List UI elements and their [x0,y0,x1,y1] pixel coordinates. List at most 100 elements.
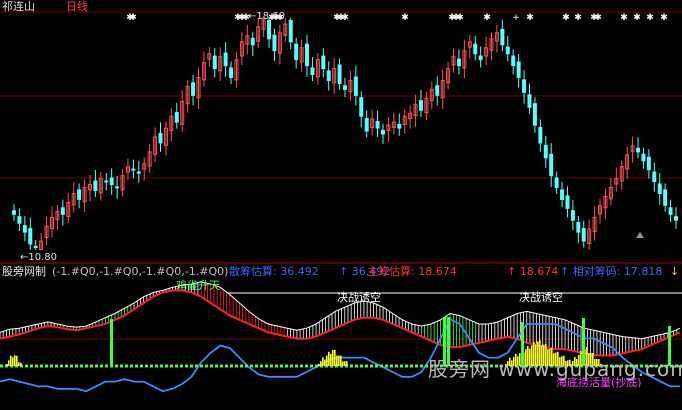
candle-body [565,195,570,209]
candle-body [131,168,136,171]
volume-bar [330,353,332,366]
indicator-name[interactable]: 股旁网制 [2,265,46,278]
signal-markers: ✱✱ ✱✱✱ ✱✱✱ ✱✱✱ ✱ ✱✱✱ ✱ + ✱ ✱ ✱ ✱✱ ✱ ✱ ✱ ✱ [126,13,668,23]
volume-bar [16,355,18,366]
candle-body [516,61,521,78]
candle-body [136,171,141,174]
volume-bar [320,361,322,366]
candle-body [17,216,22,224]
candle-body [375,121,380,129]
low-price-label: ←10.80 [20,252,58,263]
candle-body [310,67,315,76]
annotation-lure-1: 决战诱空 [337,291,381,304]
main-chips-arrow: ↑ 18.674 [507,265,559,278]
candle-body [337,64,342,84]
signal-bar [110,319,113,366]
volume-bar [318,364,320,366]
candle-body [636,147,641,153]
candle-body [663,189,668,206]
volume-bar [8,360,10,366]
candle-body [115,186,120,189]
volume-bar [332,350,334,366]
candle-body [288,19,293,43]
candle-body [473,43,478,55]
volume-bar [338,355,340,366]
volume-bar [340,355,342,366]
candle-body [158,132,163,144]
signal-star-icon: ✱ [483,13,491,23]
candle-body [229,67,234,78]
signal-star-icon: ✱ [574,13,582,23]
signal-star-icon: ✱ [620,13,628,23]
candle-body [478,55,483,61]
candle-body [527,94,532,108]
candle-body [359,97,364,117]
candle-body [22,225,27,233]
candle-body [456,58,461,67]
candle-body [77,189,82,200]
volume-bar [322,357,324,366]
candle-body [326,70,331,81]
volume-bar [344,361,346,366]
candle-body [543,144,548,159]
marker-triangle-icon [636,232,644,238]
candle-body [500,28,505,46]
candle-body [505,46,510,55]
signal-star-icon: ✱ [456,13,464,23]
signal-star-icon: ✱ [633,13,641,23]
candle-body [380,129,385,135]
candle-body [250,37,255,46]
volume-bar [336,355,338,366]
candle-body [511,55,516,67]
candle-body [223,52,228,67]
volume-bar [328,351,330,366]
indicator-params: (-1.#Q0,-1.#Q0,-1.#Q0,-1.#Q0) [52,265,229,278]
volume-bar [326,355,328,366]
candle-body [267,19,272,40]
signal-star-icon: ✱ [341,13,349,23]
candle-body [174,112,179,123]
candle-body [522,79,527,93]
main-chips-value: 主筹估算: 18.674 [367,265,457,278]
candle-body [397,123,402,129]
stock-name: 祁连山 [2,0,35,13]
scatter-chips-value: 散筹估算: 36.492 [229,265,319,278]
relative-chips-value: ↑ 相对筹码: 17.818 [560,265,663,278]
candle-body [418,100,423,111]
candle-body [212,55,217,70]
watermark: 股旁网 www.gupang.com [428,357,682,381]
candle-body [674,216,678,221]
candle-body [343,85,347,90]
candle-body [549,153,554,177]
candle-body [104,180,109,183]
candle-body [294,43,299,61]
candle-body [538,126,543,144]
candle-body [668,207,673,215]
period-label[interactable]: 日线 [66,0,88,13]
candle-body [33,245,38,248]
candle-body [435,85,440,96]
bottom-caption: 海底捞活量(抄底) [556,376,642,389]
volume-bar [6,364,8,366]
candle-body [364,118,369,132]
candle-body [657,183,662,194]
candle-body [93,180,98,192]
candle-body [305,43,310,67]
annotation-rise: 鸡雀升天 [176,279,220,292]
signal-star-icon: ✱ [562,13,570,23]
signal-star-icon: + [512,13,520,23]
candle-body [532,103,537,126]
volume-bar [346,361,348,366]
candle-body [28,228,33,245]
candle-body [272,34,277,52]
candle-body [60,207,65,215]
signal-star-icon: ✱ [660,13,668,23]
loss-label: ↓ 亏 [670,265,682,278]
candle-body [353,76,358,96]
signal-star-icon: ✱ [646,13,654,23]
volume-bar [10,355,12,366]
candle-body [109,177,114,186]
candle-body [652,171,657,183]
candle-body [570,210,575,221]
signal-star-icon: ✱ [401,13,409,23]
